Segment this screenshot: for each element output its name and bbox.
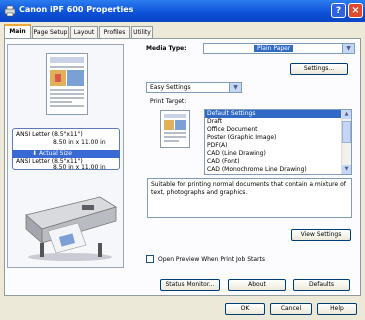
size-line-4: 8.50 in x 11.00 in — [53, 164, 106, 171]
media-settings-button[interactable]: Settings... — [290, 63, 348, 75]
document-target-icon — [160, 110, 190, 148]
chevron-down-icon[interactable]: ▼ — [342, 44, 354, 53]
view-settings-button[interactable]: View Settings — [291, 229, 351, 241]
title-bar[interactable]: Canon iPF 600 Properties ? × — [0, 0, 365, 22]
actual-size-label: Actual Size — [38, 150, 72, 157]
size-line-1: ANSI Letter (8.5"x11") — [16, 131, 83, 138]
list-scrollbar[interactable]: ▲ ▼ — [341, 110, 351, 174]
down-arrow-icon: ⬇ — [32, 150, 39, 157]
paper-size-info: ANSI Letter (8.5"x11") 8.50 in x 11.00 i… — [12, 128, 120, 171]
scroll-up-icon[interactable]: ▲ — [342, 110, 351, 119]
tab-main[interactable]: Main — [4, 24, 31, 38]
list-item[interactable]: PDF(A) — [205, 142, 351, 150]
list-item[interactable]: CAD (Line Drawing) — [205, 150, 351, 158]
size-line-2: 8.50 in x 11.00 in — [53, 139, 106, 146]
scroll-thumb[interactable] — [342, 121, 351, 143]
close-button[interactable]: × — [348, 3, 363, 18]
chevron-down-icon[interactable]: ▼ — [229, 83, 241, 92]
page-preview — [46, 53, 88, 115]
ok-button[interactable]: OK — [225, 303, 265, 315]
list-item[interactable]: CAD (Monochrome Line Drawing) — [205, 166, 351, 174]
printer-icon — [4, 5, 16, 17]
list-item[interactable]: Office Document — [205, 126, 351, 134]
defaults-button[interactable]: Defaults — [293, 279, 350, 291]
tab-profiles[interactable]: Profiles — [99, 26, 130, 38]
print-target-list[interactable]: Default Settings Draft Office Document P… — [204, 109, 352, 175]
large-format-printer-icon — [25, 196, 117, 261]
help-button[interactable]: Help — [317, 303, 357, 315]
list-item[interactable]: Draft — [205, 118, 351, 126]
scroll-down-icon[interactable]: ▼ — [342, 165, 351, 174]
cancel-button[interactable]: Cancel — [270, 303, 312, 315]
media-type-select[interactable]: Plain Paper ▼ — [203, 43, 355, 54]
list-item[interactable]: CAD (Font) — [205, 158, 351, 166]
settings-mode-value: Easy Settings — [150, 84, 191, 91]
settings-mode-select[interactable]: Easy Settings ▼ — [146, 82, 242, 93]
open-preview-checkbox[interactable] — [146, 255, 154, 263]
title-help-button[interactable]: ? — [331, 3, 346, 18]
tab-layout[interactable]: Layout — [70, 26, 98, 38]
about-button[interactable]: About — [228, 279, 286, 291]
page-preview-graphic — [50, 57, 84, 107]
tab-page-setup[interactable]: Page Setup — [32, 26, 69, 38]
actual-size-indicator: ⬇ Actual Size — [12, 150, 120, 158]
list-item[interactable]: Poster (Graphic Image) — [205, 134, 351, 142]
tab-utility[interactable]: Utility — [131, 26, 153, 38]
status-monitor-button[interactable]: Status Monitor... — [160, 279, 220, 291]
list-item[interactable]: Default Settings — [205, 110, 351, 118]
print-target-label: Print Target: — [150, 98, 187, 105]
window-title: Canon iPF 600 Properties — [19, 5, 134, 14]
print-target-description: Suitable for printing normal documents t… — [147, 178, 352, 218]
media-type-label: Media Type: — [146, 45, 187, 52]
media-type-value: Plain Paper — [254, 45, 294, 52]
open-preview-label: Open Preview When Print Job Starts — [158, 256, 265, 263]
document-icon — [164, 114, 186, 142]
